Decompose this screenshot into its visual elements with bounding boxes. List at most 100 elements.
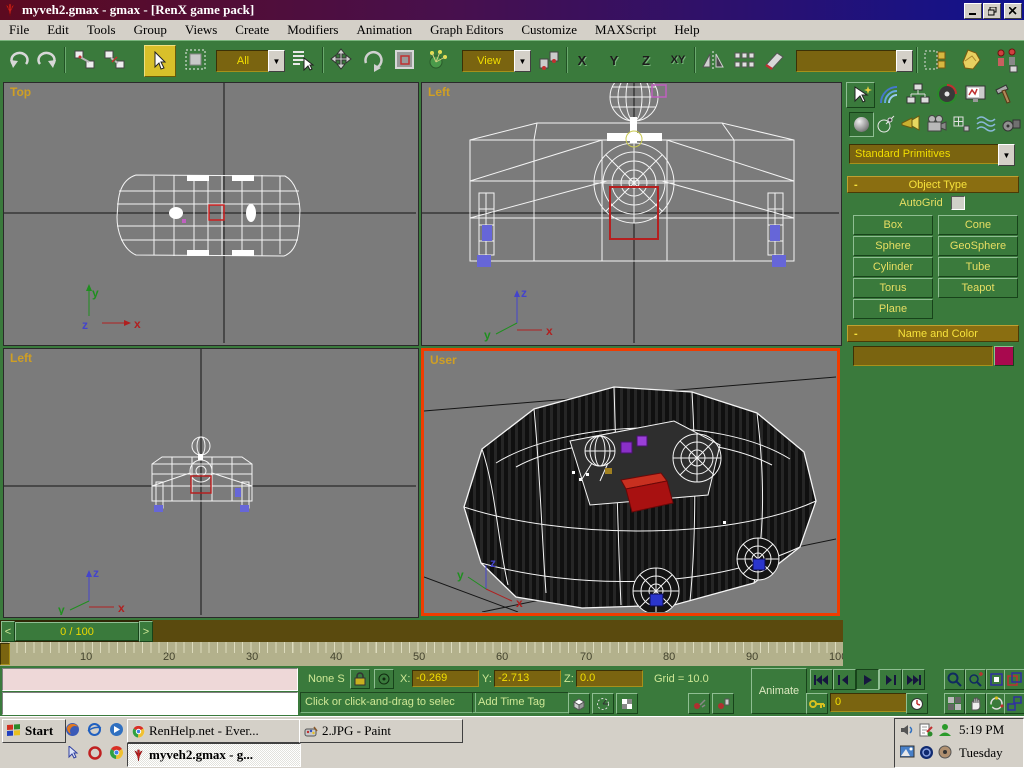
- primitive-plane-button[interactable]: Plane: [853, 299, 933, 319]
- menu-tools[interactable]: Tools: [78, 22, 125, 38]
- tab-modify-icon[interactable]: [875, 82, 902, 106]
- keyboard-shortcut-override-icon[interactable]: [712, 693, 734, 714]
- unlink-selection-icon[interactable]: [102, 47, 128, 73]
- reference-coordinate-system-dropdown[interactable]: View: [462, 50, 516, 72]
- go-to-start-button[interactable]: [810, 669, 833, 690]
- category-lights-icon[interactable]: [899, 112, 922, 135]
- taskbar-task-paint[interactable]: 2.JPG - Paint: [299, 719, 463, 743]
- title-bar[interactable]: myveh2.gmax - gmax - [RenX game pack]: [0, 0, 1024, 20]
- restrict-z-button[interactable]: Z: [636, 50, 656, 70]
- z-coord-field[interactable]: 0.0: [576, 670, 643, 687]
- align-icon[interactable]: [762, 47, 788, 73]
- time-slider-handle[interactable]: 0 / 100: [15, 622, 139, 641]
- menu-modifiers[interactable]: Modifiers: [278, 22, 347, 38]
- time-slider-prev-button[interactable]: <: [1, 621, 15, 642]
- close-button[interactable]: [1004, 3, 1022, 19]
- tray-volume-icon[interactable]: [900, 723, 916, 739]
- menu-customize[interactable]: Customize: [512, 22, 586, 38]
- selection-filter-dropdown[interactable]: All: [216, 50, 270, 72]
- rollout-name-color-header[interactable]: - Name and Color: [847, 325, 1019, 342]
- go-to-end-button[interactable]: [902, 669, 925, 690]
- primitive-torus-button[interactable]: Torus: [853, 278, 933, 298]
- select-and-rotate-icon[interactable]: [360, 47, 386, 73]
- track-bar[interactable]: 10 20 30 40 50 60 70 80 90 100: [0, 642, 843, 667]
- zoom-extents-all-icon[interactable]: [1004, 669, 1024, 690]
- tray-audio-knob-icon[interactable]: [938, 745, 954, 761]
- snap-toggle-3d-icon[interactable]: [568, 693, 590, 714]
- selection-lock-icon[interactable]: [350, 669, 370, 689]
- select-and-link-icon[interactable]: [72, 47, 98, 73]
- y-coord-field[interactable]: -2.713: [494, 670, 561, 687]
- maxscript-listener-pink[interactable]: [2, 668, 298, 691]
- tab-display-icon[interactable]: [962, 82, 989, 106]
- select-object-button[interactable]: [144, 45, 176, 77]
- pan-hand-icon[interactable]: [965, 693, 986, 714]
- menu-maxscript[interactable]: MAXScript: [586, 22, 665, 38]
- taskbar-task-gmax-active[interactable]: myveh2.gmax - g...: [127, 743, 301, 767]
- menu-group[interactable]: Group: [125, 22, 176, 38]
- autogrid-checkbox[interactable]: [951, 196, 965, 210]
- viewport-top[interactable]: Top y x z: [3, 82, 419, 346]
- mirror-icon[interactable]: [700, 47, 726, 73]
- redo-icon[interactable]: [34, 47, 60, 73]
- tray-messenger-icon[interactable]: [938, 723, 954, 739]
- curve-editor-icon[interactable]: [958, 47, 984, 73]
- primitive-category-dropdown-arrow[interactable]: ▼: [998, 144, 1015, 166]
- viewport-user-label[interactable]: User: [430, 353, 457, 367]
- time-configuration-icon[interactable]: [906, 693, 928, 714]
- select-and-scale-icon[interactable]: [392, 47, 418, 73]
- tab-utilities-icon[interactable]: [991, 82, 1018, 106]
- menu-file[interactable]: File: [0, 22, 38, 38]
- restrict-xy-plane-button[interactable]: XY: [664, 50, 692, 70]
- menu-graph-editors[interactable]: Graph Editors: [421, 22, 512, 38]
- gmax-app-icon[interactable]: [3, 3, 17, 20]
- viewport-left-upper[interactable]: Left: [421, 82, 842, 346]
- field-of-view-icon[interactable]: [944, 693, 965, 714]
- set-key-icon[interactable]: [806, 693, 828, 714]
- track-view-icon[interactable]: [922, 47, 948, 73]
- quicklaunch-mediaplayer-icon[interactable]: [108, 721, 125, 738]
- menu-views[interactable]: Views: [176, 22, 226, 38]
- menu-edit[interactable]: Edit: [38, 22, 78, 38]
- viewport-user[interactable]: User: [421, 348, 840, 616]
- tray-display-settings-icon[interactable]: [900, 745, 916, 761]
- named-selection-sets-dropdown[interactable]: [796, 50, 898, 72]
- maxscript-listener-white[interactable]: [2, 692, 298, 715]
- primitive-category-dropdown[interactable]: Standard Primitives: [849, 144, 1004, 164]
- primitive-teapot-button[interactable]: Teapot: [938, 278, 1018, 298]
- category-systems-icon[interactable]: [999, 112, 1022, 135]
- selection-filter-dropdown-arrow[interactable]: ▼: [268, 50, 285, 72]
- named-selection-dropdown-arrow[interactable]: ▼: [896, 50, 913, 72]
- restrict-x-button[interactable]: X: [572, 50, 592, 70]
- category-cameras-icon[interactable]: [924, 112, 947, 135]
- object-color-swatch[interactable]: [994, 346, 1014, 366]
- spinner-snap-toggle-icon[interactable]: [688, 693, 710, 714]
- rollout-object-type-header[interactable]: - Object Type: [847, 176, 1019, 193]
- viewport-left-lower[interactable]: Left z: [3, 348, 419, 618]
- current-frame-field[interactable]: 0: [830, 693, 908, 712]
- rectangular-selection-region-icon[interactable]: [182, 46, 210, 74]
- array-icon[interactable]: [732, 47, 758, 73]
- category-spacewarps-icon[interactable]: [974, 112, 997, 135]
- viewport-top-label[interactable]: Top: [10, 85, 31, 99]
- previous-frame-button[interactable]: [833, 669, 856, 690]
- play-animation-button[interactable]: [856, 669, 879, 690]
- category-helpers-icon[interactable]: [949, 112, 972, 135]
- quicklaunch-chrome-icon[interactable]: [108, 744, 125, 761]
- primitive-tube-button[interactable]: Tube: [938, 257, 1018, 277]
- viewport-left-lower-label[interactable]: Left: [10, 351, 32, 365]
- tab-create-icon[interactable]: [846, 82, 875, 108]
- tab-motion-icon[interactable]: [933, 82, 960, 106]
- menu-create[interactable]: Create: [226, 22, 278, 38]
- restore-button[interactable]: [983, 3, 1001, 19]
- schematic-view-icon[interactable]: [994, 47, 1020, 73]
- category-shapes-icon[interactable]: [874, 112, 897, 135]
- quicklaunch-firefox-icon[interactable]: [64, 721, 81, 738]
- coord-system-dropdown-arrow[interactable]: ▼: [514, 50, 531, 72]
- quicklaunch-realplayer-icon[interactable]: [86, 744, 103, 761]
- category-geometry-icon[interactable]: [849, 112, 874, 137]
- add-time-tag[interactable]: Add Time Tag: [472, 692, 569, 713]
- start-button[interactable]: Start: [2, 719, 66, 743]
- menu-animation[interactable]: Animation: [347, 22, 421, 38]
- menu-help[interactable]: Help: [665, 22, 708, 38]
